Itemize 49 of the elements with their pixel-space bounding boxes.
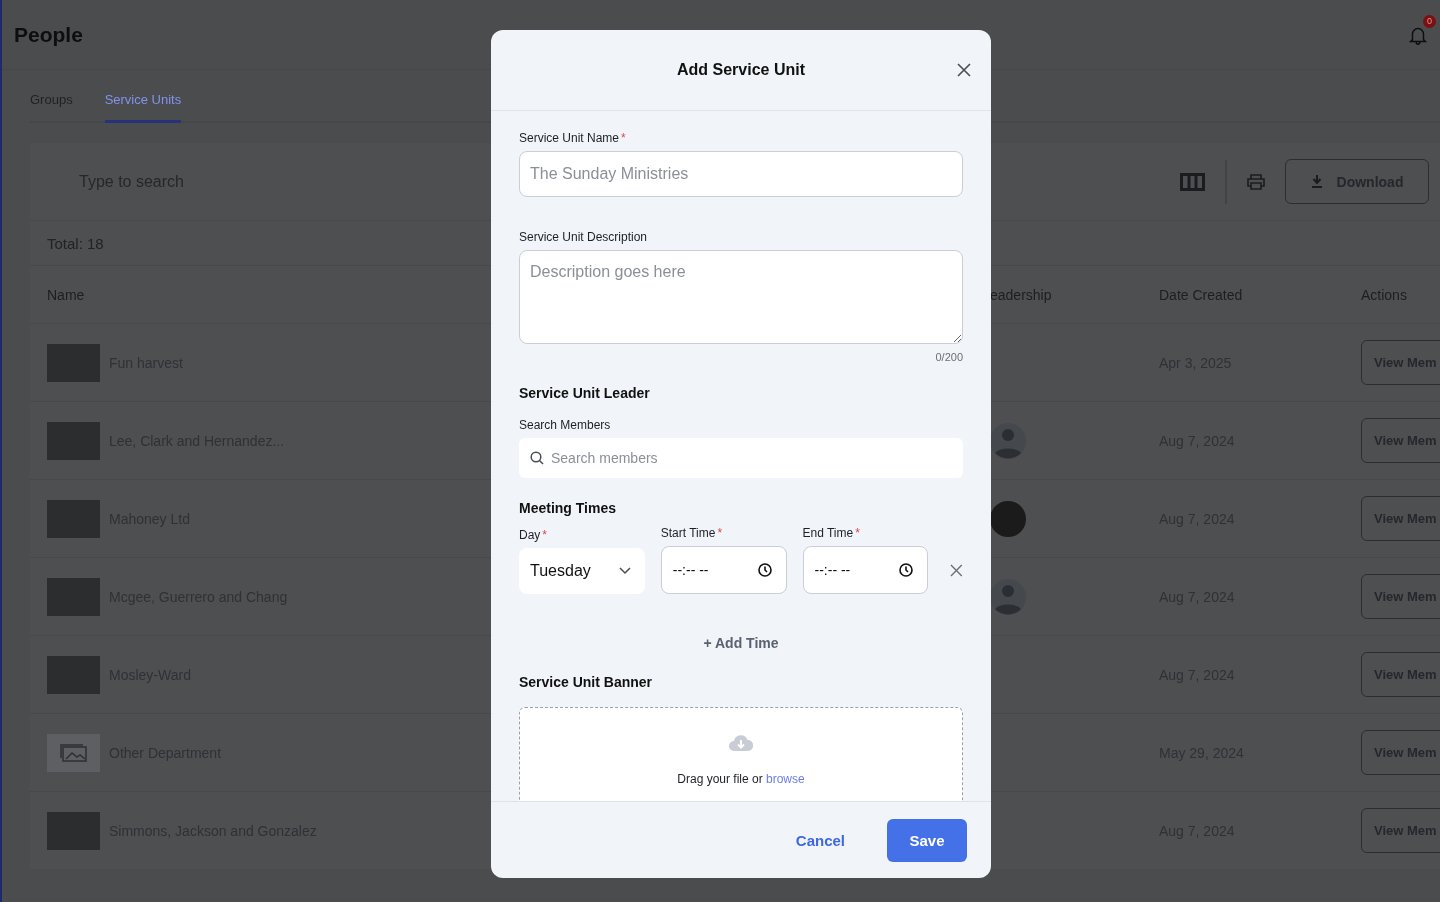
required-mark: * — [855, 526, 860, 540]
upload-dropzone[interactable]: Drag your file or browse — [519, 707, 963, 801]
notification-badge: 0 — [1423, 14, 1436, 28]
time-field[interactable]: --:-- -- — [802, 546, 929, 594]
avatar-icon — [990, 578, 1026, 615]
field-label: Search Members — [519, 418, 611, 432]
image-icon — [59, 743, 88, 762]
chevron-down-icon — [618, 567, 631, 575]
member-search-field[interactable]: Search members — [519, 438, 963, 478]
download-icon — [1310, 175, 1323, 188]
description-input[interactable]: Description goes here — [519, 250, 963, 344]
modal-title: Add Service Unit — [677, 61, 805, 79]
avatar-photo — [990, 500, 1026, 537]
save-button[interactable]: Save — [887, 818, 967, 862]
required-mark: * — [542, 528, 547, 542]
clock-icon — [899, 563, 914, 577]
upload-prompt: Drag your file or browse — [677, 772, 805, 786]
time-field[interactable]: --:-- -- — [660, 546, 787, 594]
notification-button[interactable]: 0 — [1400, 16, 1436, 53]
field-label: Service Unit Name — [519, 131, 620, 145]
section-heading: Meeting Times — [519, 500, 617, 516]
photo-placeholder — [47, 655, 100, 694]
tab[interactable]: Service Units — [104, 92, 182, 123]
clock-icon — [757, 563, 772, 577]
name-input[interactable]: The Sunday Ministries — [519, 151, 963, 197]
cancel-button[interactable]: Cancel — [789, 830, 851, 850]
photo-placeholder — [47, 577, 100, 616]
search-icon — [530, 451, 544, 465]
remove-icon[interactable] — [950, 564, 963, 577]
section-heading: Service Unit Banner — [519, 674, 654, 690]
required-mark: * — [621, 131, 626, 145]
field-label: Start Time — [660, 526, 716, 540]
character-counter: 0/200 — [935, 351, 963, 363]
add-time-button[interactable]: + Add Time — [697, 634, 785, 652]
page-title: People — [14, 22, 83, 47]
day-select[interactable]: Tuesday — [519, 548, 645, 594]
photo-placeholder — [47, 421, 100, 460]
field-label: End Time — [802, 526, 854, 540]
avatar-icon — [990, 422, 1026, 459]
photo-placeholder — [47, 811, 100, 850]
photo-placeholder — [47, 499, 100, 538]
cloud-upload-icon — [728, 734, 754, 752]
close-icon[interactable] — [957, 63, 971, 77]
field-label: Service Unit Description — [519, 230, 648, 244]
photo-placeholder — [47, 343, 100, 382]
section-heading: Service Unit Leader — [519, 385, 651, 401]
required-mark: * — [717, 526, 723, 540]
browse-link[interactable]: browse — [766, 772, 805, 786]
field-label: Day — [519, 528, 541, 542]
